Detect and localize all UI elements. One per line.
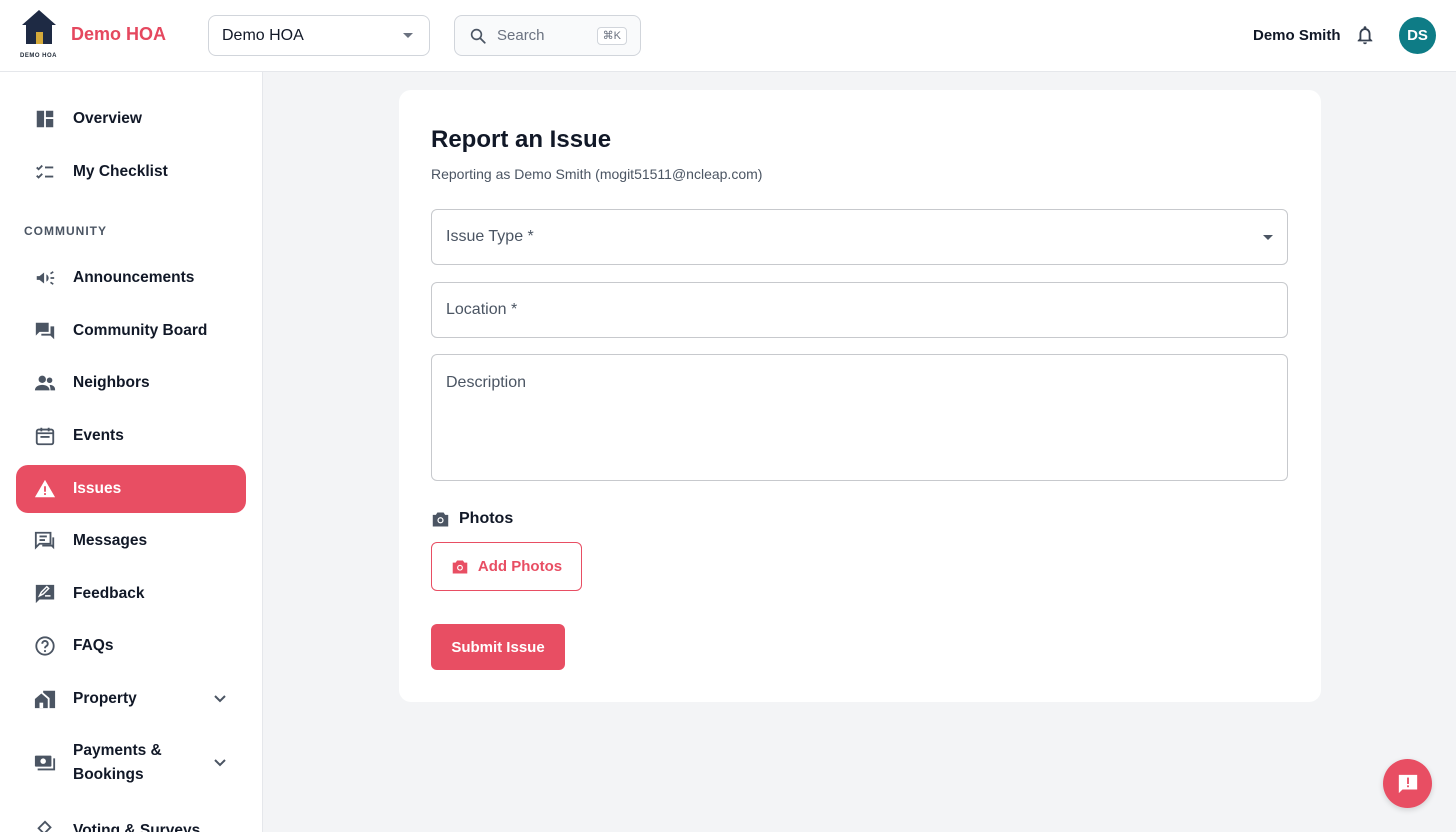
photos-label: Photos (459, 510, 514, 527)
brand-name[interactable]: Demo HOA (71, 24, 166, 45)
search-icon (470, 28, 486, 44)
add-photos-button[interactable]: Add Photos (431, 542, 582, 591)
dashboard-icon (33, 107, 57, 131)
submit-issue-button[interactable]: Submit Issue (431, 624, 565, 670)
chat-icon (33, 529, 57, 553)
feedback-icon (33, 582, 57, 606)
sidebar-item-payments-bookings[interactable]: Payments & Bookings (16, 732, 246, 794)
sidebar-item-property[interactable]: Property (16, 675, 246, 723)
issue-type-label: Issue Type * (446, 228, 534, 245)
sidebar-item-label: Payments & Bookings (73, 739, 162, 787)
search-shortcut: ⌘K (596, 27, 627, 45)
avatar[interactable]: DS (1399, 17, 1436, 54)
sidebar-item-issues[interactable]: Issues (16, 465, 246, 513)
warning-icon (33, 477, 57, 501)
chevron-down-icon (214, 695, 226, 703)
sidebar-item-faqs[interactable]: FAQs (16, 622, 246, 670)
sidebar-item-label: Messages (73, 532, 148, 549)
location-field[interactable]: Location * (431, 282, 1288, 338)
page-title: Report an Issue (431, 126, 612, 153)
checklist-icon (33, 160, 57, 184)
feedback-alert-icon (1398, 774, 1417, 793)
chevron-down-icon (403, 33, 413, 38)
report-issue-card: Report an Issue Reporting as Demo Smith … (399, 90, 1321, 702)
megaphone-icon (33, 266, 57, 290)
home-work-icon (33, 687, 57, 711)
sidebar-item-label: My Checklist (73, 163, 168, 180)
sidebar-item-label: Feedback (73, 585, 145, 602)
help-circle-icon (33, 634, 57, 658)
section-label-community: COMMUNITY (24, 224, 107, 238)
sidebar-item-feedback[interactable]: Feedback (16, 570, 246, 618)
sidebar-item-label: Community Board (73, 322, 208, 339)
search-placeholder: Search (497, 27, 545, 44)
sidebar-item-messages[interactable]: Messages (16, 517, 246, 565)
sidebar-item-announcements[interactable]: Announcements (16, 254, 246, 302)
bell-icon[interactable] (1354, 24, 1376, 51)
description-label: Description (446, 374, 527, 391)
sidebar-item-label: Voting & Surveys (73, 822, 201, 832)
location-label: Location * (446, 301, 518, 318)
sidebar-item-label-line2: Bookings (73, 766, 144, 783)
forum-icon (33, 319, 57, 343)
community-select[interactable]: Demo HOA (208, 15, 430, 56)
sidebar-item-neighbors[interactable]: Neighbors (16, 359, 246, 407)
reporter-info: Reporting as Demo Smith (mogit51511@ncle… (431, 166, 763, 182)
user-name[interactable]: Demo Smith (1253, 27, 1341, 44)
sidebar-item-label: Issues (73, 480, 122, 497)
sidebar-item-label: Overview (73, 110, 142, 127)
logo-text: DEMO HOA (20, 53, 57, 59)
sidebar-item-voting-surveys[interactable]: Voting & Surveys (16, 807, 246, 832)
sidebar-item-label: Neighbors (73, 374, 150, 391)
photos-heading: Photos (431, 510, 513, 528)
issue-type-select[interactable]: Issue Type * (431, 209, 1288, 265)
people-icon (33, 371, 57, 395)
sidebar-item-label: Announcements (73, 269, 195, 286)
sidebar-item-my-checklist[interactable]: My Checklist (16, 148, 246, 196)
calendar-icon (33, 424, 57, 448)
camera-icon (452, 559, 468, 574)
ballot-icon (33, 819, 57, 832)
sidebar-item-community-board[interactable]: Community Board (16, 307, 246, 355)
sidebar-item-events[interactable]: Events (16, 412, 246, 460)
sidebar: Overview My Checklist COMMUNITY Announce… (0, 72, 263, 832)
sidebar-item-overview[interactable]: Overview (16, 95, 246, 143)
description-field[interactable]: Description (431, 354, 1288, 481)
top-header: DEMO HOA Demo HOA Demo HOA Search ⌘K Dem… (0, 0, 1456, 72)
sidebar-item-label: FAQs (73, 637, 114, 654)
sidebar-item-label: Property (73, 690, 137, 707)
camera-icon (432, 512, 449, 526)
add-photos-label: Add Photos (477, 558, 563, 575)
feedback-fab[interactable] (1383, 759, 1432, 808)
chevron-down-icon (1263, 235, 1273, 240)
community-select-value: Demo HOA (222, 26, 304, 44)
chevron-down-icon (214, 759, 226, 767)
payments-icon (33, 751, 57, 775)
search-input[interactable]: Search ⌘K (454, 15, 641, 56)
sidebar-item-label-line1: Payments & (73, 742, 162, 759)
sidebar-item-label: Events (73, 427, 124, 444)
